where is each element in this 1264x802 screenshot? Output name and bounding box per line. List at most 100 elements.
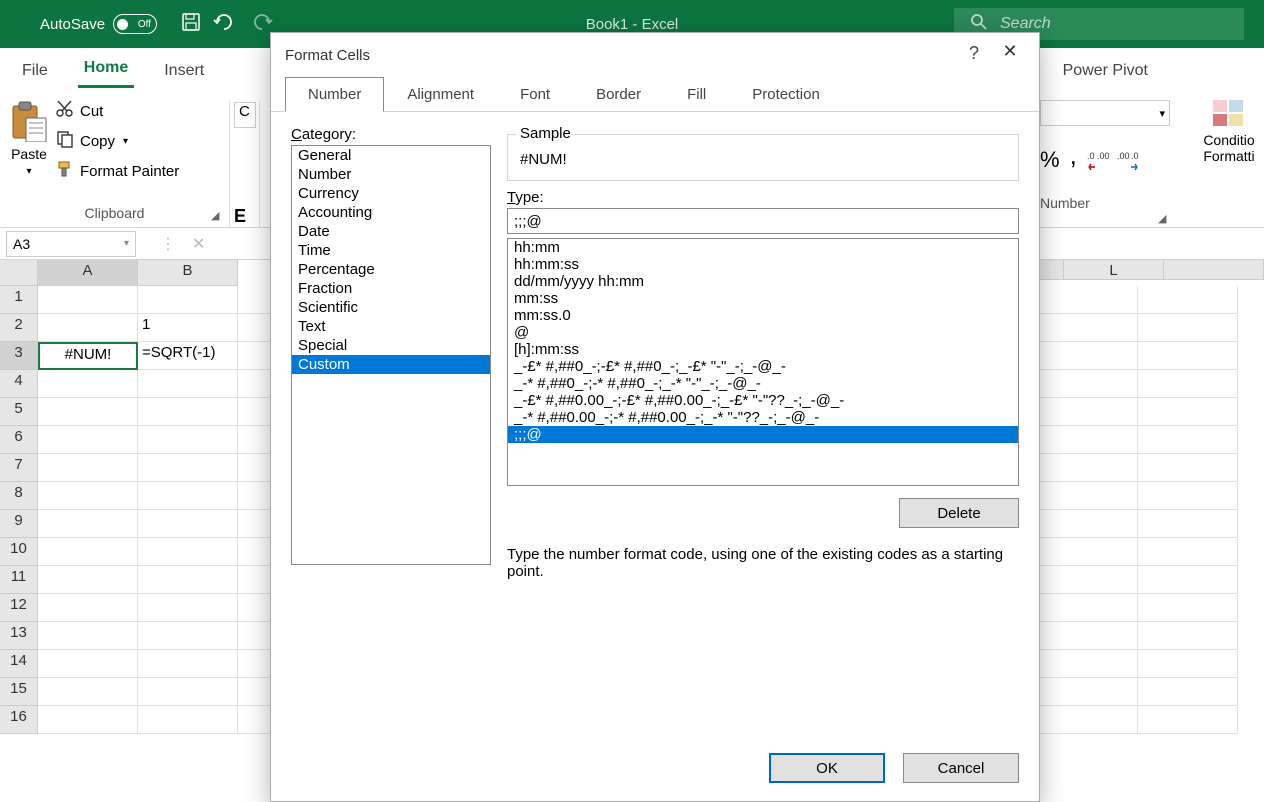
type-item[interactable]: hh:mm:ss	[508, 256, 1018, 273]
cell[interactable]	[1138, 482, 1238, 510]
column-header[interactable]: A	[38, 260, 138, 286]
conditional-formatting-button[interactable]: Conditio Formatti	[1194, 100, 1264, 210]
category-list[interactable]: GeneralNumberCurrencyAccountingDateTimeP…	[291, 145, 491, 565]
cell[interactable]	[138, 594, 238, 622]
cell[interactable]	[1038, 482, 1138, 510]
cell[interactable]	[138, 510, 238, 538]
cell[interactable]	[1038, 566, 1138, 594]
row-header[interactable]: 14	[0, 650, 38, 678]
cut-button[interactable]: Cut	[56, 100, 179, 122]
type-item[interactable]: mm:ss.0	[508, 307, 1018, 324]
cell[interactable]	[38, 678, 138, 706]
cell[interactable]	[138, 538, 238, 566]
cell[interactable]	[38, 650, 138, 678]
row-header[interactable]: 1	[0, 286, 38, 314]
cell[interactable]	[1038, 314, 1138, 342]
format-painter-button[interactable]: Format Painter	[56, 160, 179, 182]
cell[interactable]	[38, 594, 138, 622]
cell[interactable]	[138, 650, 238, 678]
save-icon[interactable]	[181, 12, 201, 36]
cell[interactable]	[1138, 594, 1238, 622]
dialog-tab-border[interactable]: Border	[573, 77, 664, 112]
help-icon[interactable]: ?	[969, 43, 979, 64]
cancel-formula-icon[interactable]: ✕	[192, 234, 205, 254]
cell[interactable]	[1038, 510, 1138, 538]
category-item[interactable]: Text	[292, 317, 490, 336]
tab-home[interactable]: Home	[78, 51, 134, 88]
dialog-tab-font[interactable]: Font	[497, 77, 573, 112]
name-box[interactable]: A3 ▾	[6, 231, 136, 257]
cell[interactable]	[38, 426, 138, 454]
cell[interactable]	[38, 538, 138, 566]
percent-icon[interactable]: %	[1040, 147, 1060, 173]
cell[interactable]	[1038, 538, 1138, 566]
cell[interactable]	[138, 566, 238, 594]
type-list[interactable]: hh:mmhh:mm:ssdd/mm/yyyy hh:mmmm:ssmm:ss.…	[507, 238, 1019, 486]
bold-button-partial[interactable]: E	[234, 206, 255, 227]
cell[interactable]	[1138, 678, 1238, 706]
cell[interactable]	[1138, 622, 1238, 650]
dialog-title-bar[interactable]: Format Cells ? ✕	[271, 33, 1039, 77]
cell[interactable]	[1038, 342, 1138, 370]
type-item[interactable]: [h]:mm:ss	[508, 341, 1018, 358]
number-format-dropdown[interactable]: ▾	[1040, 100, 1170, 126]
cell[interactable]	[38, 510, 138, 538]
dialog-tab-protection[interactable]: Protection	[729, 77, 843, 112]
dialog-tab-alignment[interactable]: Alignment	[384, 77, 497, 112]
category-item[interactable]: Percentage	[292, 260, 490, 279]
type-item[interactable]: @	[508, 324, 1018, 341]
type-item[interactable]: _-* #,##0.00_-;-* #,##0.00_-;_-* "-"??_-…	[508, 409, 1018, 426]
type-item[interactable]: _-£* #,##0_-;-£* #,##0_-;_-£* "-"_-;_-@_…	[508, 358, 1018, 375]
row-header[interactable]: 8	[0, 482, 38, 510]
column-header[interactable]: L	[1064, 260, 1164, 280]
cell[interactable]	[1038, 370, 1138, 398]
cell[interactable]	[138, 370, 238, 398]
cell[interactable]	[1038, 706, 1138, 734]
cell[interactable]	[138, 454, 238, 482]
cell[interactable]	[1138, 426, 1238, 454]
cell[interactable]	[1038, 454, 1138, 482]
undo-icon[interactable]	[213, 13, 237, 35]
category-item[interactable]: Special	[292, 336, 490, 355]
number-dialog-launcher[interactable]: ◢	[1158, 212, 1172, 226]
cell[interactable]	[1038, 426, 1138, 454]
row-header[interactable]: 7	[0, 454, 38, 482]
copy-button[interactable]: Copy ▾	[56, 130, 179, 152]
cell[interactable]	[1138, 566, 1238, 594]
row-header[interactable]: 12	[0, 594, 38, 622]
type-item[interactable]: hh:mm	[508, 239, 1018, 256]
row-header[interactable]: 5	[0, 398, 38, 426]
cell[interactable]	[138, 286, 238, 314]
cell[interactable]	[1138, 650, 1238, 678]
type-item[interactable]: dd/mm/yyyy hh:mm	[508, 273, 1018, 290]
category-item[interactable]: Accounting	[292, 203, 490, 222]
category-item[interactable]: Scientific	[292, 298, 490, 317]
row-header[interactable]: 11	[0, 566, 38, 594]
type-item[interactable]: _-£* #,##0.00_-;-£* #,##0.00_-;_-£* "-"?…	[508, 392, 1018, 409]
decrease-decimal-icon[interactable]: .00.0	[1117, 149, 1139, 174]
cell[interactable]	[38, 314, 138, 342]
cell[interactable]	[1138, 538, 1238, 566]
type-item[interactable]: _-* #,##0_-;-* #,##0_-;_-* "-"_-;_-@_-	[508, 375, 1018, 392]
row-header[interactable]: 16	[0, 706, 38, 734]
autosave-toggle[interactable]: Off	[113, 14, 157, 34]
category-item[interactable]: Time	[292, 241, 490, 260]
row-header[interactable]: 13	[0, 622, 38, 650]
type-input[interactable]	[507, 208, 1019, 234]
cell[interactable]	[1038, 286, 1138, 314]
cell[interactable]	[38, 482, 138, 510]
comma-icon[interactable]: ,	[1070, 140, 1077, 171]
tab-file[interactable]: File	[16, 54, 54, 88]
cell[interactable]	[38, 454, 138, 482]
category-item[interactable]: Date	[292, 222, 490, 241]
cell[interactable]	[138, 398, 238, 426]
column-header[interactable]: B	[138, 260, 238, 286]
select-all-corner[interactable]	[0, 260, 38, 286]
category-item[interactable]: Custom	[292, 355, 490, 374]
row-header[interactable]: 6	[0, 426, 38, 454]
increase-decimal-icon[interactable]: .0.00	[1087, 149, 1109, 174]
category-item[interactable]: Fraction	[292, 279, 490, 298]
row-header[interactable]: 3	[0, 342, 38, 370]
cell[interactable]	[38, 286, 138, 314]
paste-button[interactable]: Paste ▾	[10, 100, 48, 182]
